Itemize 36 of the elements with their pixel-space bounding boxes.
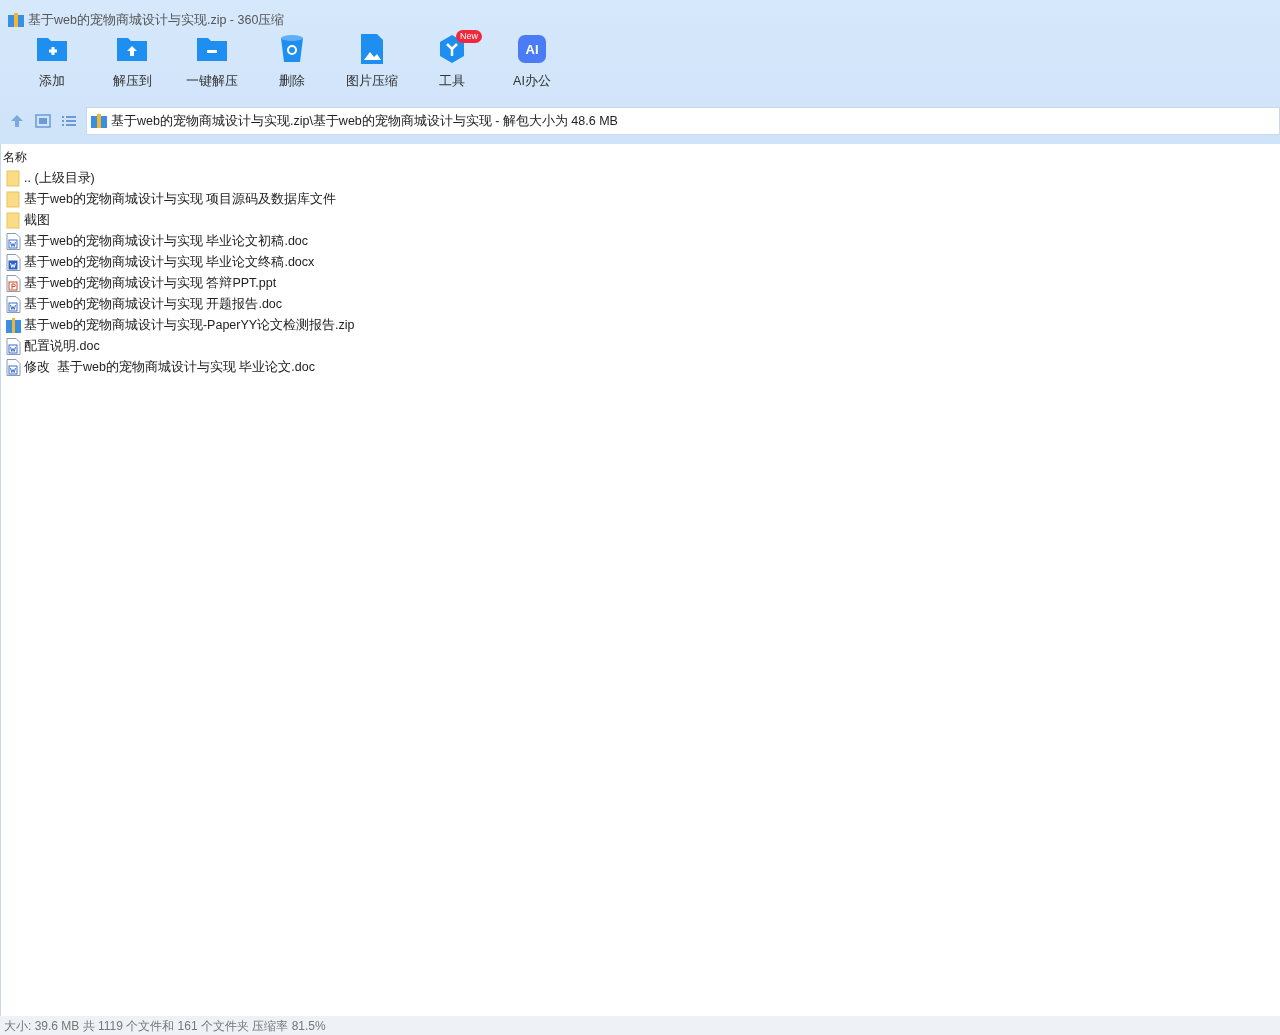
file-name[interactable]: 修改 基于web的宠物商城设计与实现 毕业论文.doc — [24, 358, 315, 377]
status-text: 大小: 39.6 MB 共 1119 个文件和 161 个文件夹 压缩率 81.5% — [4, 1017, 326, 1035]
toolbar-button[interactable]: 添加 — [12, 32, 92, 91]
archive-icon — [91, 114, 107, 128]
ai-logo-icon: AI — [515, 32, 549, 66]
file-name[interactable]: .. (上级目录) — [24, 169, 95, 188]
new-badge: New — [456, 30, 482, 43]
toolbar-button[interactable]: 图片压缩 — [332, 32, 412, 91]
file-name[interactable]: 基于web的宠物商城设计与实现 开题报告.doc — [24, 295, 283, 314]
file-name[interactable]: 基于web的宠物商城设计与实现 毕业论文终稿.docx — [24, 253, 315, 272]
file-name[interactable]: 基于web的宠物商城设计与实现 项目源码及数据库文件 — [24, 190, 337, 209]
archive-icon — [6, 317, 21, 334]
address-field[interactable]: 基于web的宠物商城设计与实现.zip\基于web的宠物商城设计与实现 - 解包大小为 48.6 MB — [86, 107, 1280, 135]
folder-icon — [6, 212, 21, 229]
archive-icon — [8, 13, 24, 27]
file-name[interactable]: 配置说明.doc — [24, 337, 100, 356]
toolbar-button[interactable]: New 工具 — [412, 32, 492, 91]
folder-icon — [6, 191, 21, 208]
word-document-icon — [6, 296, 21, 313]
toolbar-button[interactable]: 删除 — [252, 32, 332, 91]
word-document-icon — [6, 233, 21, 250]
file-name[interactable]: 基于web的宠物商城设计与实现 毕业论文初稿.doc — [24, 232, 309, 251]
toolbar-button[interactable]: AI AI办公 — [492, 32, 572, 91]
folder-icon — [6, 170, 21, 187]
column-header[interactable]: 名称 — [3, 150, 27, 164]
word-document-icon — [6, 359, 21, 376]
file-name[interactable]: 基于web的宠物商城设计与实现 答辩PPT.ppt — [24, 274, 277, 293]
word-document-icon — [6, 338, 21, 355]
thumbnail-view-icon[interactable] — [34, 112, 52, 130]
toolbar-button[interactable]: 一键解压 — [172, 32, 252, 91]
word-document-icon — [6, 254, 21, 271]
file-name[interactable]: 基于web的宠物商城设计与实现-PaperYY论文检测报告.zip — [24, 316, 355, 335]
presentation-document-icon — [6, 275, 21, 292]
file-name[interactable]: 截图 — [24, 211, 50, 230]
toolbar-button[interactable]: 解压到 — [92, 32, 172, 91]
window-title: 基于web的宠物商城设计与实现.zip - 360压缩 — [28, 11, 285, 29]
